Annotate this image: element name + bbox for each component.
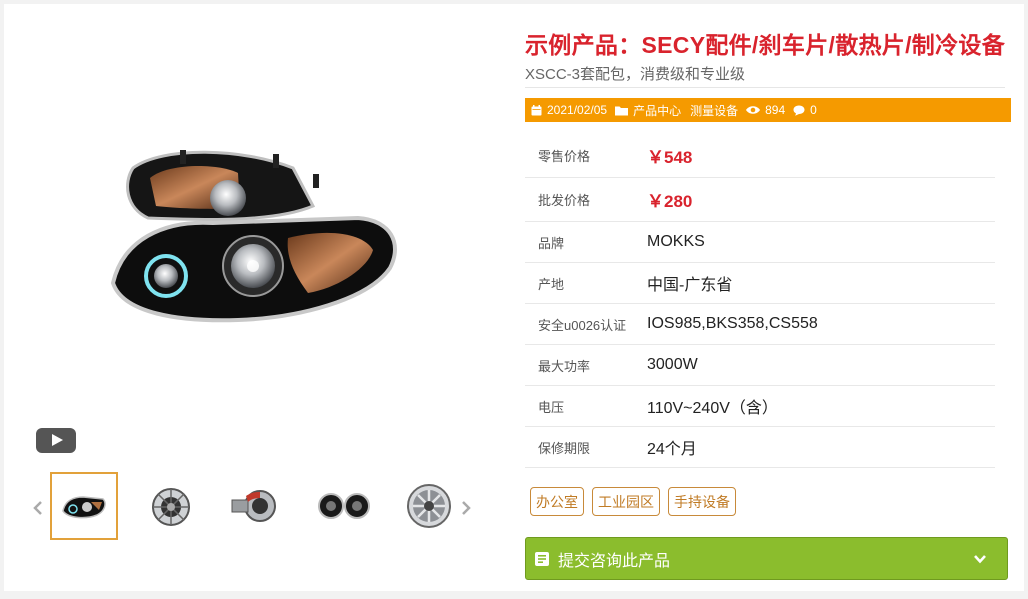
spec-label: 保修期限 (538, 440, 591, 456)
thumbnail-alternator[interactable] (136, 472, 204, 540)
product-gallery (8, 8, 508, 595)
meta-views-count: 894 (765, 103, 786, 117)
comment-icon (793, 105, 805, 116)
product-card: 示例产品：SECY配件/刹车片/散热片/制冷设备 XSCC-3套配包，消费级和专… (4, 4, 1024, 591)
meta-category-link[interactable]: 测量设备 (690, 102, 738, 119)
inquiry-toggle-button[interactable]: 提交咨询此产品 (525, 537, 1008, 580)
spec-row-wholesale-price: 批发价格 ￥280 (525, 178, 995, 222)
thumbnail-prev-arrow-icon[interactable] (28, 495, 48, 521)
folder-icon (615, 106, 629, 115)
origin-value: 中国-广东省 (647, 277, 733, 294)
meta-comments-count: 0 (810, 103, 817, 117)
meta-date-text: 2021/02/05 (547, 103, 608, 117)
tag-office[interactable]: 办公室 (530, 487, 584, 516)
spec-label: 最大功率 (538, 358, 591, 374)
spec-row-warranty: 保修期限 24个月 (525, 427, 995, 468)
spec-row-brand: 品牌 MOKKS (525, 222, 995, 263)
thumbnail-strip (50, 472, 451, 542)
certification-value: IOS985,BKS358,CS558 (647, 315, 818, 332)
voltage-value: 110V~240V（含） (647, 400, 778, 417)
spec-label: 品牌 (538, 235, 565, 251)
warranty-value: 24个月 (647, 441, 697, 458)
inquiry-label: 提交咨询此产品 (558, 552, 671, 570)
product-meta-bar: 2021/02/05 产品中心 测量设备 894 0 (525, 98, 1011, 122)
product-info: 示例产品：SECY配件/刹车片/散热片/制冷设备 XSCC-3套配包，消费级和专… (525, 8, 1011, 595)
spec-label: 批发价格 (538, 193, 591, 208)
spec-label: 安全u0026认证 (538, 317, 627, 333)
tag-handheld-device[interactable]: 手持设备 (668, 487, 736, 516)
meta-date: 2021/02/05 (531, 103, 607, 117)
meta-views: 894 (746, 103, 785, 117)
tag-industrial-park[interactable]: 工业园区 (592, 487, 660, 516)
inquiry-form-icon (534, 551, 550, 567)
thumbnail-next-arrow-icon[interactable] (456, 495, 476, 521)
wholesale-price-value: ￥280 (647, 192, 693, 211)
chevron-down-icon (973, 552, 987, 566)
thumbnail-wheel-rim[interactable] (395, 472, 463, 540)
thumbnail-headlight[interactable] (50, 472, 118, 540)
spec-row-voltage: 电压 110V~240V（含） (525, 386, 995, 427)
product-title: 示例产品：SECY配件/刹车片/散热片/制冷设备 (525, 32, 1006, 58)
retail-price-value: ￥548 (647, 148, 693, 167)
thumbnail-speakers[interactable] (310, 472, 378, 540)
divider (525, 87, 1005, 88)
meta-comments: 0 (793, 103, 817, 117)
spec-row-certification: 安全u0026认证 IOS985,BKS358,CS558 (525, 304, 995, 345)
meta-categories: 产品中心 测量设备 (615, 102, 738, 119)
calendar-icon (531, 104, 542, 115)
product-subtitle: XSCC-3套配包，消费级和专业级 (525, 66, 746, 83)
product-main-image[interactable] (68, 128, 428, 358)
product-tags: 办公室 工业园区 手持设备 (530, 487, 744, 516)
max-power-value: 3000W (647, 356, 698, 373)
meta-category-link[interactable]: 产品中心 (633, 102, 681, 119)
spec-row-retail-price: 零售价格 ￥548 (525, 134, 995, 178)
spec-label: 零售价格 (538, 149, 591, 164)
video-play-button[interactable] (36, 428, 76, 453)
spec-row-max-power: 最大功率 3000W (525, 345, 995, 386)
spec-row-origin: 产地 中国-广东省 (525, 263, 995, 304)
spec-label: 产地 (538, 276, 565, 292)
thumbnail-turbocharger[interactable] (223, 472, 291, 540)
brand-value: MOKKS (647, 233, 705, 250)
spec-table: 零售价格 ￥548 批发价格 ￥280 品牌 MOKKS 产地 中国-广东省 安… (525, 134, 995, 468)
spec-label: 电压 (538, 399, 565, 415)
eye-icon (746, 106, 761, 114)
